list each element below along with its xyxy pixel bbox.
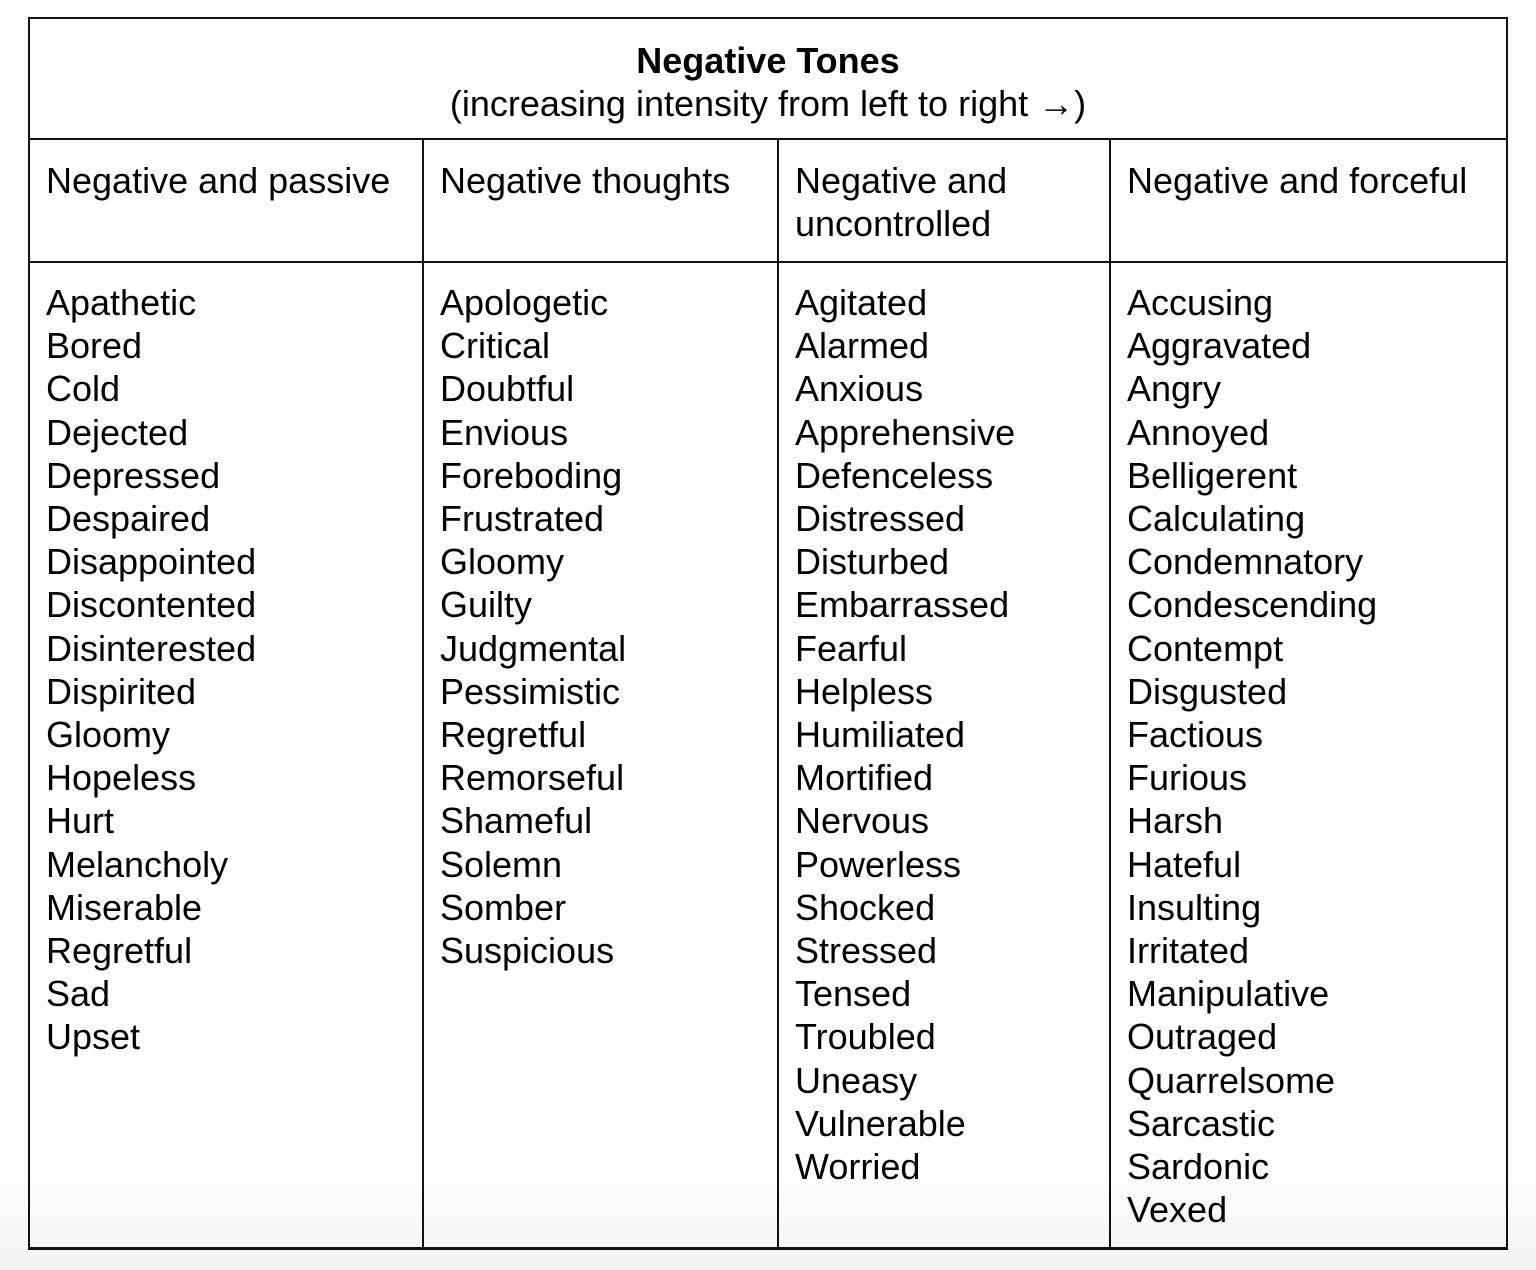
- tone-word: Defenceless: [795, 454, 994, 496]
- tone-word: Discontented: [46, 584, 257, 626]
- tone-word: Hurt: [46, 800, 115, 842]
- tone-word: Condemnatory: [1127, 541, 1364, 583]
- column-word-list: Apathetic Bored Cold Dejected Depressed Despa…: [30, 263, 422, 1247]
- tone-word: Humiliated: [795, 714, 966, 756]
- tone-word: Guilty: [440, 584, 533, 626]
- tone-word: Troubled: [795, 1016, 936, 1058]
- tone-word: Embarrassed: [795, 584, 1010, 626]
- tone-word: Melancholy: [46, 843, 229, 885]
- column-word-list: Accusing Aggravated Angry Annoyed Belligeren…: [1111, 263, 1506, 1247]
- tone-word: Somber: [440, 886, 567, 928]
- tone-word: Vulnerable: [795, 1102, 966, 1144]
- tone-word: Despaired: [46, 498, 211, 540]
- tone-word: Aggravated: [1127, 325, 1312, 367]
- tone-word: Sardonic: [1127, 1146, 1270, 1188]
- tone-word: Alarmed: [795, 325, 930, 367]
- column-header: Negative and uncontrolled: [779, 140, 1109, 263]
- tone-word: Disappointed: [46, 541, 257, 583]
- tone-word: Doubtful: [440, 368, 575, 410]
- tone-word: Insulting: [1127, 886, 1262, 928]
- tone-word: Condescending: [1127, 584, 1378, 626]
- tone-word: Dispirited: [46, 670, 197, 712]
- tone-word: Disturbed: [795, 541, 950, 583]
- tone-word: Nervous: [795, 800, 930, 842]
- tone-word: Anxious: [795, 368, 924, 410]
- column-negative-thoughts: Negative thoughts Apologetic Critical Doub…: [424, 140, 779, 1247]
- tone-word: Belligerent: [1127, 454, 1298, 496]
- tone-word: Disinterested: [46, 627, 257, 669]
- column-header: Negative thoughts: [424, 140, 777, 263]
- tone-word: Upset: [46, 1016, 141, 1058]
- table-subtitle: (increasing intensity from left to right…: [449, 83, 1087, 124]
- tone-word: Mortified: [795, 757, 934, 799]
- tone-word: Irritated: [1127, 930, 1250, 972]
- tone-word: Shameful: [440, 800, 593, 842]
- table-title: Negative Tones: [636, 40, 900, 81]
- tone-word: Quarrelsome: [1127, 1059, 1336, 1101]
- tone-word: Disgusted: [1127, 670, 1288, 712]
- tone-word: Contempt: [1127, 627, 1284, 669]
- tone-word: Outraged: [1127, 1016, 1278, 1058]
- tone-word: Worried: [795, 1146, 921, 1188]
- column-header: Negative and forceful: [1111, 140, 1506, 263]
- tone-word: Foreboding: [440, 454, 623, 496]
- tone-word: Critical: [440, 325, 551, 367]
- tone-word: Tensed: [795, 973, 912, 1015]
- tone-word: Solemn: [440, 843, 563, 885]
- tone-word: Hopeless: [46, 757, 197, 799]
- table-columns: Negative and passive Apathetic Bored Cold D…: [30, 140, 1506, 1247]
- tone-word: Bored: [46, 325, 143, 367]
- tone-word: Manipulative: [1127, 973, 1330, 1015]
- column-negative-passive: Negative and passive Apathetic Bored Cold D…: [30, 140, 424, 1247]
- tone-word: Distressed: [795, 498, 966, 540]
- tone-word: Helpless: [795, 670, 934, 712]
- tone-word: Gloomy: [440, 541, 565, 583]
- tone-word: Miserable: [46, 886, 203, 928]
- tone-word: Calculating: [1127, 498, 1306, 540]
- tone-word: Apologetic: [440, 282, 609, 323]
- tone-word: Cold: [46, 368, 121, 410]
- tone-word: Remorseful: [440, 757, 625, 799]
- tone-word: Angry: [1127, 368, 1222, 410]
- tone-word: Sarcastic: [1127, 1102, 1276, 1144]
- tone-word: Depressed: [46, 454, 221, 496]
- tone-word: Envious: [440, 411, 569, 453]
- tone-word: Shocked: [795, 886, 936, 928]
- tone-word: Frustrated: [440, 498, 605, 540]
- tone-word: Agitated: [795, 282, 928, 323]
- column-header: Negative and passive: [30, 140, 422, 263]
- tone-word: Pessimistic: [440, 670, 621, 712]
- tone-word: Harsh: [1127, 800, 1224, 842]
- table-title-block: Negative Tones (increasing intensity fro…: [30, 19, 1506, 140]
- tone-word: Furious: [1127, 757, 1248, 799]
- negative-tones-table: Negative Tones (increasing intensity fro…: [28, 17, 1508, 1250]
- tone-word: Uneasy: [795, 1059, 918, 1101]
- tone-word: Stressed: [795, 930, 938, 972]
- tone-word: Vexed: [1127, 1189, 1228, 1231]
- tone-word: Dejected: [46, 411, 189, 453]
- tone-word: Gloomy: [46, 714, 171, 756]
- tone-word: Fearful: [795, 627, 908, 669]
- tone-word: Sad: [46, 973, 111, 1015]
- column-negative-forceful: Negative and forceful Accusing Aggravated…: [1111, 140, 1506, 1247]
- tone-word: Judgmental: [440, 627, 627, 669]
- tone-word: Annoyed: [1127, 411, 1270, 453]
- tone-word: Accusing: [1127, 282, 1274, 323]
- tone-word: Suspicious: [440, 930, 615, 972]
- tone-word: Apprehensive: [795, 411, 1016, 453]
- column-word-list: Apologetic Critical Doubtful Envious Forebod…: [424, 263, 777, 1247]
- tone-word: Hateful: [1127, 843, 1242, 885]
- column-negative-uncontrolled: Negative and uncontrolled Agitated Alarme…: [779, 140, 1111, 1247]
- tone-word: Regretful: [46, 930, 193, 972]
- tone-word: Factious: [1127, 714, 1264, 756]
- column-word-list: Agitated Alarmed Anxious Apprehensive Defenc…: [779, 263, 1109, 1247]
- tone-word: Powerless: [795, 843, 962, 885]
- tone-word: Regretful: [440, 714, 587, 756]
- tone-word: Apathetic: [46, 282, 197, 323]
